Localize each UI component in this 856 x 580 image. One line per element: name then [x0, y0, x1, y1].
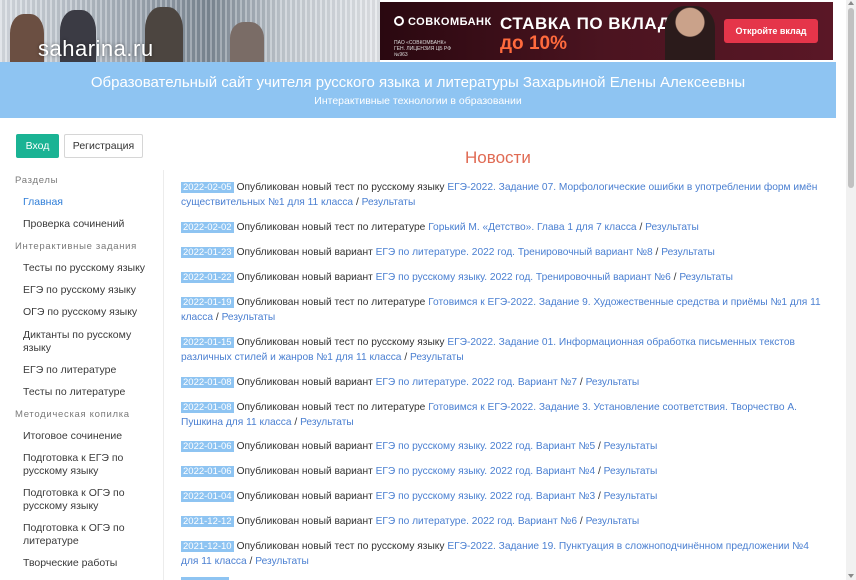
date-badge: 2022-02-05 — [181, 182, 234, 193]
sidebar-item-ege-literature[interactable]: ЕГЭ по литературе — [23, 364, 148, 377]
news-item: 2022-02-02 Опубликован новый тест по лите… — [181, 222, 699, 233]
news-text: Опубликован новый тест по литературе — [236, 402, 426, 413]
site-subtitle: Интерактивные технологии в образовании — [314, 95, 522, 107]
news-heading: Новости — [465, 148, 531, 167]
news-item: 2022-01-04 Опубликован новый вариант ЕГЭ … — [181, 491, 658, 502]
date-badge: 2021-12-10 — [181, 541, 234, 552]
results-link[interactable]: Результаты — [645, 222, 699, 233]
sidebar-item-home[interactable]: Главная — [23, 196, 148, 209]
results-link[interactable]: Результаты — [586, 516, 640, 527]
news-item: 2022-02-05 Опубликован новый тест по русс… — [181, 182, 818, 208]
news-text: Опубликован новый тест по русскому языку — [236, 541, 445, 552]
news-item: 2022-01-15 Опубликован новый тест по русс… — [181, 337, 795, 363]
results-link[interactable]: Результаты — [300, 417, 354, 428]
test-link[interactable]: ЕГЭ по русскому языку. 2022 год. Вариант… — [376, 441, 596, 452]
site-title: Образовательный сайт учителя русского яз… — [90, 74, 746, 91]
header-photo: saharina.ru — [0, 0, 380, 62]
sidebar-item-essay-check[interactable]: Проверка сочинений — [23, 218, 148, 231]
test-link[interactable]: ЕГЭ по русскому языку. 2022 год. Вариант… — [376, 491, 596, 502]
ad-legal-text: ПАО «СОВКОМБАНК» ГЕН. ЛИЦЕНЗИЯ ЦБ РФ №96… — [394, 40, 452, 58]
news-item: 2022-01-22 Опубликован новый вариант ЕГЭ … — [181, 272, 733, 283]
title-band: Образовательный сайт учителя русского яз… — [0, 62, 836, 118]
results-link[interactable]: Результаты — [604, 491, 658, 502]
news-text: Опубликован новый вариант — [236, 247, 373, 258]
sidebar-item-russian-tests[interactable]: Тесты по русскому языку — [23, 262, 148, 275]
results-link[interactable]: Результаты — [604, 466, 658, 477]
results-link[interactable]: Результаты — [586, 377, 640, 388]
sidebar-item-literature-tests[interactable]: Тесты по литературе — [23, 386, 148, 399]
news-text: Опубликован новый тест по литературе — [236, 297, 426, 308]
sidebar-item-final-essay[interactable]: Итоговое сочинение — [23, 430, 148, 443]
results-link[interactable]: Результаты — [222, 312, 276, 323]
site-logo-text[interactable]: saharina.ru — [38, 36, 154, 62]
test-link[interactable]: ЕГЭ по литературе. 2022 год. Вариант №7 — [376, 377, 577, 388]
test-link[interactable]: Горький М. «Детство». Глава 1 для 7 клас… — [428, 222, 636, 233]
news-item: 2022-01-08 Опубликован новый тест по лите… — [181, 402, 797, 428]
sidebar-item-oge-russian[interactable]: ОГЭ по русскому языку — [23, 306, 148, 319]
test-link[interactable]: ЕГЭ по русскому языку. 2022 год. Трениро… — [376, 272, 671, 283]
results-link[interactable]: Результаты — [362, 197, 416, 208]
date-badge: 2022-01-06 — [181, 466, 234, 477]
results-link[interactable]: Результаты — [604, 441, 658, 452]
news-text: Опубликован новый вариант — [236, 377, 373, 388]
news-text: Опубликован новый тест по русскому языку — [236, 182, 445, 193]
sidebar-divider — [163, 170, 164, 580]
test-link[interactable]: ЕГЭ по русскому языку. 2022 год. Вариант… — [376, 466, 596, 477]
results-link[interactable]: Результаты — [255, 556, 309, 567]
ad-cta-button[interactable]: Откройте вклад — [724, 19, 818, 43]
date-badge: 2022-01-04 — [181, 491, 234, 502]
sidebar-item-oge-prep-literature[interactable]: Подготовка к ОГЭ по литературе — [23, 522, 148, 548]
news-text: Опубликован новый тест по литературе — [236, 222, 426, 233]
section-heading-methodical: Методическая копилка — [15, 409, 130, 420]
date-badge: 2022-01-08 — [181, 402, 234, 413]
section-heading-razdely: Разделы — [15, 175, 59, 186]
sidebar-item-dictations[interactable]: Диктанты по русскому языку — [23, 329, 148, 355]
news-text: Опубликован новый вариант — [236, 466, 373, 477]
test-link[interactable]: ЕГЭ по литературе. 2022 год. Вариант №6 — [376, 516, 577, 527]
bank-logo-icon — [394, 16, 404, 26]
ad-rate: до 10% — [500, 33, 567, 54]
date-badge: 2022-01-15 — [181, 337, 234, 348]
news-item: 2022-01-08 Опубликован новый вариант ЕГЭ … — [181, 377, 640, 388]
news-text: Опубликован новый вариант — [236, 441, 373, 452]
results-link[interactable]: Результаты — [661, 247, 715, 258]
date-badge: 2022-01-08 — [181, 377, 234, 388]
register-button[interactable]: Регистрация — [64, 134, 143, 158]
news-item: 2022-01-06 Опубликован новый вариант ЕГЭ … — [181, 441, 658, 452]
news-text: Опубликован новый вариант — [236, 516, 373, 527]
scroll-up-arrow-icon[interactable] — [848, 1, 854, 5]
news-text: Опубликован новый тест по русскому языку — [236, 337, 445, 348]
news-text: Опубликован новый вариант — [236, 491, 373, 502]
sidebar-item-oge-prep-russian[interactable]: Подготовка к ОГЭ по русскому языку — [23, 487, 148, 513]
results-link[interactable]: Результаты — [410, 352, 464, 363]
news-item: 2021-12-12 Опубликован новый вариант ЕГЭ … — [181, 516, 640, 527]
news-item: 2022-01-19 Опубликован новый тест по лите… — [181, 297, 821, 323]
date-badge: 2021-12-12 — [181, 516, 234, 527]
ad-brand: СОВКОМБАНК — [408, 16, 492, 28]
date-badge: 2022-01-23 — [181, 247, 234, 258]
login-button[interactable]: Вход — [16, 134, 59, 158]
ad-person-image — [665, 6, 715, 60]
date-badge: 2022-01-06 — [181, 441, 234, 452]
date-badge: 2022-01-19 — [181, 297, 234, 308]
test-link[interactable]: ЕГЭ по литературе. 2022 год. Тренировочн… — [376, 247, 653, 258]
results-link[interactable]: Результаты — [679, 272, 733, 283]
sidebar-item-ege-prep-russian[interactable]: Подготовка к ЕГЭ по русскому языку — [23, 452, 148, 478]
ad-banner[interactable]: СОВКОМБАНК ПАО «СОВКОМБАНК» ГЕН. ЛИЦЕНЗИ… — [380, 2, 833, 60]
sidebar-item-creative-works[interactable]: Творческие работы — [23, 557, 148, 570]
date-badge: 2022-01-22 — [181, 272, 234, 283]
scroll-down-arrow-icon[interactable] — [848, 574, 854, 578]
sidebar-item-ege-russian[interactable]: ЕГЭ по русскому языку — [23, 284, 148, 297]
news-item: 2022-01-06 Опубликован новый вариант ЕГЭ … — [181, 466, 658, 477]
section-heading-interactive: Интерактивные задания — [15, 241, 137, 252]
news-text: Опубликован новый вариант — [236, 272, 373, 283]
ad-headline: СТАВКА ПО ВКЛАДУ — [500, 14, 682, 33]
news-item: 2021-12-10 Опубликован новый тест по русс… — [181, 541, 809, 567]
photo-person-4 — [230, 22, 264, 62]
date-badge: 2022-02-02 — [181, 222, 234, 233]
scrollbar-thumb[interactable] — [848, 8, 854, 188]
news-item: 2022-01-23 Опубликован новый вариант ЕГЭ … — [181, 247, 715, 258]
